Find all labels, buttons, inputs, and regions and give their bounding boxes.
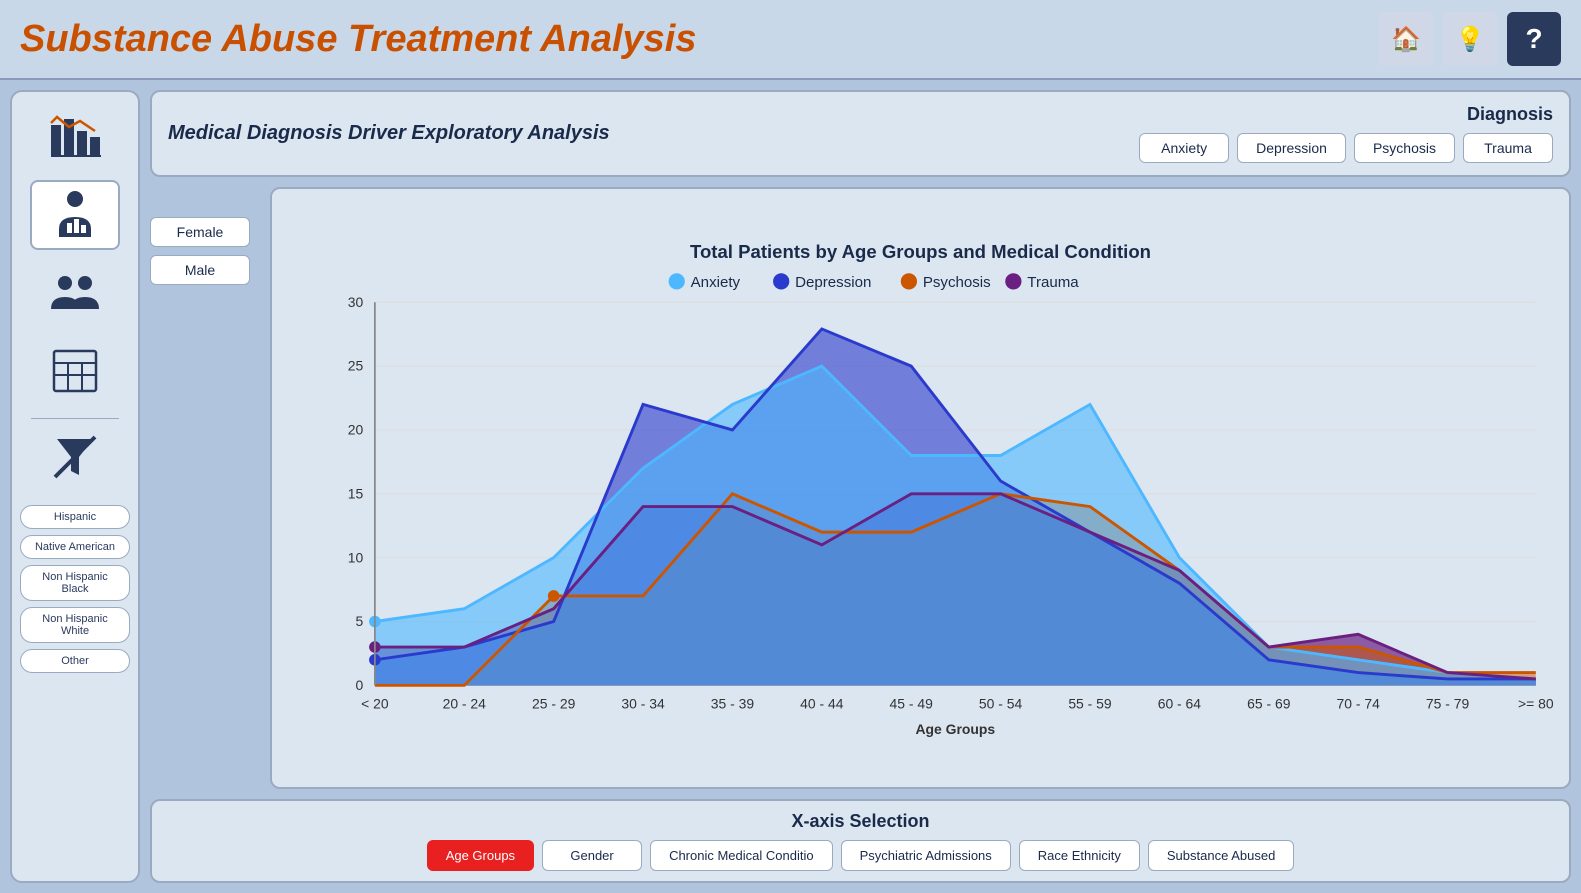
svg-text:15: 15 [348, 485, 364, 501]
lightbulb-button[interactable]: 💡 [1443, 12, 1497, 66]
svg-text:70 - 74: 70 - 74 [1336, 696, 1380, 712]
filter-other[interactable]: Other [20, 649, 130, 673]
svg-text:55 - 59: 55 - 59 [1068, 696, 1112, 712]
filter-strikethrough-icon [53, 435, 97, 479]
svg-text:50 - 54: 50 - 54 [979, 696, 1023, 712]
svg-text:Age Groups: Age Groups [915, 721, 995, 737]
sidebar-person-chart-button[interactable] [30, 180, 120, 250]
svg-text:>= 80: >= 80 [1518, 696, 1554, 712]
filter-non-hispanic-black[interactable]: Non Hispanic Black [20, 565, 130, 601]
content-area: Medical Diagnosis Driver Exploratory Ana… [150, 90, 1571, 883]
gender-male-button[interactable]: Male [150, 255, 250, 285]
header-icon-group: 🏠 💡 ? [1379, 12, 1561, 66]
sidebar: Hispanic Native American Non Hispanic Bl… [10, 90, 140, 883]
gender-button-group: Female Male [150, 187, 260, 789]
app-title: Substance Abuse Treatment Analysis [20, 18, 697, 61]
xaxis-gender-button[interactable]: Gender [542, 840, 642, 871]
group-icon [49, 271, 101, 315]
svg-text:30 - 34: 30 - 34 [621, 696, 665, 712]
diagnosis-group-label: Diagnosis [1467, 104, 1553, 125]
legend-anxiety: Anxiety [691, 274, 741, 291]
diag-psychosis-button[interactable]: Psychosis [1354, 133, 1455, 163]
svg-text:< 20: < 20 [361, 696, 389, 712]
xaxis-chronic-button[interactable]: Chronic Medical Conditio [650, 840, 833, 871]
legend-trauma: Trauma [1027, 274, 1079, 291]
bar-chart-icon [49, 115, 101, 159]
diagnosis-card: Medical Diagnosis Driver Exploratory Ana… [150, 90, 1571, 177]
diag-trauma-button[interactable]: Trauma [1463, 133, 1553, 163]
table-icon [52, 349, 98, 393]
home-button[interactable]: 🏠 [1379, 12, 1433, 66]
filter-non-hispanic-white[interactable]: Non Hispanic White [20, 607, 130, 643]
sidebar-group-button[interactable] [30, 258, 120, 328]
xaxis-button-row: Age Groups Gender Chronic Medical Condit… [427, 840, 1295, 871]
svg-text:30: 30 [348, 294, 364, 310]
xaxis-substance-button[interactable]: Substance Abused [1148, 840, 1294, 871]
xaxis-title: X-axis Selection [791, 811, 929, 832]
diagnosis-button-row: Anxiety Depression Psychosis Trauma [1139, 133, 1553, 163]
chart-title: Total Patients by Age Groups and Medical… [690, 241, 1151, 262]
help-button[interactable]: ? [1507, 12, 1561, 66]
svg-text:65 - 69: 65 - 69 [1247, 696, 1291, 712]
chart-row: Female Male Total Patients by Age Groups… [150, 187, 1571, 789]
chart-card: Total Patients by Age Groups and Medical… [270, 187, 1571, 789]
legend-psychosis: Psychosis [923, 274, 991, 291]
diagnosis-buttons-group: Diagnosis Anxiety Depression Psychosis T… [1139, 104, 1553, 163]
svg-text:40 - 44: 40 - 44 [800, 696, 844, 712]
diag-anxiety-button[interactable]: Anxiety [1139, 133, 1229, 163]
sidebar-bar-chart-button[interactable] [30, 102, 120, 172]
no-filter-icon [53, 435, 97, 487]
filter-hispanic[interactable]: Hispanic [20, 505, 130, 529]
svg-text:60 - 64: 60 - 64 [1158, 696, 1202, 712]
svg-text:20 - 24: 20 - 24 [443, 696, 487, 712]
svg-text:25 - 29: 25 - 29 [532, 696, 576, 712]
svg-text:35 - 39: 35 - 39 [711, 696, 755, 712]
chart-container: Total Patients by Age Groups and Medical… [282, 199, 1559, 777]
person-chart-icon [49, 189, 101, 241]
svg-text:25: 25 [348, 358, 364, 374]
xaxis-age-groups-button[interactable]: Age Groups [427, 840, 534, 871]
line-area-chart: Total Patients by Age Groups and Medical… [282, 199, 1559, 777]
svg-text:0: 0 [356, 677, 364, 693]
svg-text:20: 20 [348, 422, 364, 438]
psychosis-dot-2 [548, 590, 560, 602]
legend-depression: Depression [795, 274, 871, 291]
sidebar-table-button[interactable] [30, 336, 120, 406]
xaxis-selection-card: X-axis Selection Age Groups Gender Chron… [150, 799, 1571, 883]
svg-text:10: 10 [348, 549, 364, 565]
svg-text:5: 5 [356, 613, 364, 629]
xaxis-psychiatric-button[interactable]: Psychiatric Admissions [841, 840, 1011, 871]
diagnosis-card-title: Medical Diagnosis Driver Exploratory Ana… [168, 122, 610, 145]
svg-text:75 - 79: 75 - 79 [1426, 696, 1470, 712]
svg-text:45 - 49: 45 - 49 [890, 696, 934, 712]
filter-native-american[interactable]: Native American [20, 535, 130, 559]
main-layout: Hispanic Native American Non Hispanic Bl… [0, 80, 1581, 893]
gender-female-button[interactable]: Female [150, 217, 250, 247]
header: Substance Abuse Treatment Analysis 🏠 💡 ? [0, 0, 1581, 80]
diag-depression-button[interactable]: Depression [1237, 133, 1346, 163]
xaxis-race-button[interactable]: Race Ethnicity [1019, 840, 1140, 871]
sidebar-divider [31, 418, 119, 419]
race-filter-group: Hispanic Native American Non Hispanic Bl… [20, 505, 130, 673]
